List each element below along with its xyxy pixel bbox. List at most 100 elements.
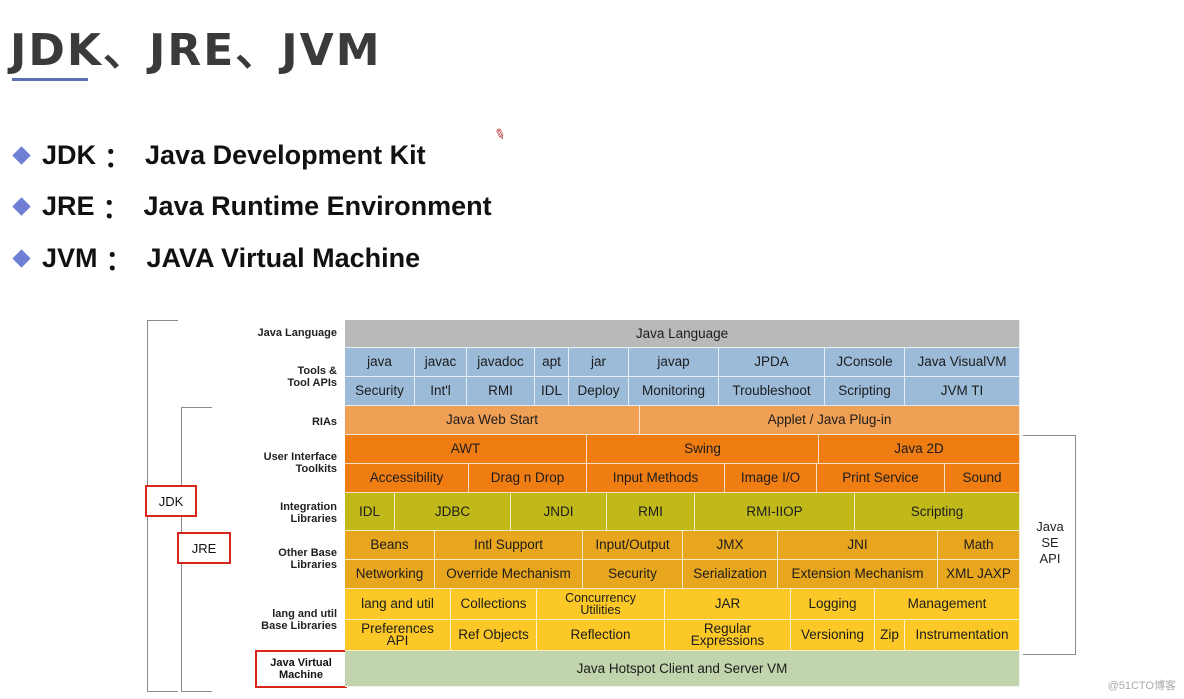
ui-toolkit-cell: Sound: [945, 464, 1020, 493]
ui-toolkit-cell: Java 2D: [819, 435, 1020, 464]
tool-cell: Java VisualVM: [905, 348, 1020, 377]
ui-toolkit-cell: Accessibility: [345, 464, 469, 493]
tool-cell: JPDA: [719, 348, 825, 377]
ria-cell: Java Web Start: [345, 406, 640, 435]
lang-util-cell: lang and util: [345, 589, 451, 620]
jvm-label: Java Virtual Machine: [255, 650, 347, 688]
integration-cell: RMI-IIOP: [695, 493, 855, 531]
row-label-line: Libraries: [290, 513, 337, 525]
other-base-cell: XML JAXP: [938, 560, 1020, 589]
row-label-lang-util: lang and util Base Libraries: [231, 608, 337, 632]
integration-cell: JNDI: [511, 493, 607, 531]
lang-util-cell: Concurrency Utilities: [537, 589, 665, 620]
watermark: @51CTO博客: [1107, 680, 1176, 692]
row-label-tools: Tools & Tool APIs: [231, 365, 338, 389]
jvm-label-line: Java Virtual: [270, 657, 332, 669]
bullet-sep: ：: [102, 194, 130, 224]
tool-api-cell: Deploy: [569, 377, 629, 406]
other-base-cell: JNI: [778, 531, 938, 560]
row-label-line: Toolkits: [295, 463, 337, 475]
row-label-integration: Integration Libraries: [231, 501, 337, 525]
tool-cell: JConsole: [825, 348, 905, 377]
java-language-cell: Java Language: [345, 320, 1020, 348]
other-base-cell: Beans: [345, 531, 435, 560]
lang-util-cell: Logging: [791, 589, 875, 620]
lang-util-cell: JAR: [665, 589, 791, 620]
row-label-java-language: Java Language: [257, 327, 337, 339]
other-base-cell: Networking: [345, 560, 435, 589]
lang-util-cell: Instrumentation: [905, 620, 1020, 651]
bullet-term: JDK: [42, 140, 97, 170]
other-base-cell: Extension Mechanism: [778, 560, 938, 589]
lang-util-cell: Collections: [451, 589, 537, 620]
other-base-cell: Serialization: [683, 560, 778, 589]
ria-cell: Applet / Java Plug-in: [640, 406, 1020, 435]
row-label-line: Other Base: [278, 547, 337, 559]
row-label-rias: RIAs: [311, 416, 337, 428]
diamond-bullet-icon: [12, 146, 31, 165]
jvm-cell: Java Hotspot Client and Server VM: [345, 651, 1020, 687]
bullet-desc: Java Runtime Environment: [143, 191, 492, 221]
lang-util-cell: Ref Objects: [451, 620, 537, 651]
lang-util-cell: Management: [875, 589, 1020, 620]
row-label-line: Base Libraries: [261, 620, 337, 632]
pen-cursor-icon: ✎: [491, 124, 509, 144]
bullet-term: JVM: [42, 243, 98, 273]
tool-api-cell: Int'l: [415, 377, 467, 406]
tool-cell: javap: [629, 348, 719, 377]
bullet-desc: Java Development Kit: [145, 140, 426, 170]
integration-cell: RMI: [607, 493, 695, 531]
tool-api-cell: Scripting: [825, 377, 905, 406]
tool-api-cell: Security: [345, 377, 415, 406]
row-label-line: lang and util: [272, 608, 337, 620]
bullet-jdk: JDK ： Java Development Kit: [12, 136, 426, 175]
jvm-label-line: Machine: [278, 669, 323, 681]
row-label-other-base: Other Base Libraries: [231, 547, 337, 571]
title-underline: [12, 78, 88, 81]
tool-api-cell: JVM TI: [905, 377, 1020, 406]
integration-cell: Scripting: [855, 493, 1020, 531]
row-label-ui: User Interface Toolkits: [231, 451, 337, 475]
tool-cell: javadoc: [467, 348, 535, 377]
lang-util-cell: Regular Expressions: [665, 620, 791, 651]
lang-util-cell: Reflection: [537, 620, 665, 651]
ui-toolkit-cell: Print Service: [817, 464, 945, 493]
java-se-api-label: Java SE API: [1025, 519, 1075, 567]
bullet-sep: ：: [104, 143, 132, 173]
jre-label: JRE: [177, 532, 231, 564]
jdk-label: JDK: [145, 485, 197, 517]
other-base-cell: Math: [938, 531, 1020, 560]
row-label-line: Libraries: [290, 559, 337, 571]
ui-toolkit-cell: Input Methods: [587, 464, 725, 493]
tool-cell: javac: [415, 348, 467, 377]
lang-util-cell: Versioning: [791, 620, 875, 651]
ui-toolkit-cell: Drag n Drop: [469, 464, 587, 493]
row-label-line: User Interface: [263, 451, 337, 463]
row-label-line: Integration: [280, 501, 337, 513]
other-base-cell: Security: [583, 560, 683, 589]
tool-cell: jar: [569, 348, 629, 377]
ui-toolkit-cell: Swing: [587, 435, 819, 464]
api-label-line: API: [1039, 551, 1061, 566]
diamond-bullet-icon: [12, 249, 31, 268]
tool-api-cell: Troubleshoot: [719, 377, 825, 406]
page-title: JDK、JRE、JVM: [10, 25, 382, 76]
ui-toolkit-cell: AWT: [345, 435, 587, 464]
api-label-line: SE: [1041, 535, 1059, 550]
integration-cell: JDBC: [395, 493, 511, 531]
bullet-jvm: JVM ： JAVA Virtual Machine: [12, 239, 420, 278]
bullet-sep: ：: [105, 246, 133, 276]
row-label-line: Tool APIs: [287, 377, 338, 389]
other-base-cell: Intl Support: [435, 531, 583, 560]
integration-cell: IDL: [345, 493, 395, 531]
tool-cell: apt: [535, 348, 569, 377]
bullet-desc: JAVA Virtual Machine: [146, 243, 421, 273]
api-label-line: Java: [1036, 519, 1064, 534]
tool-api-cell: RMI: [467, 377, 535, 406]
java-platform-diagram: JDK JRE Java SE API Java Language Tools …: [145, 305, 1085, 695]
bullet-term: JRE: [42, 191, 95, 221]
tool-api-cell: Monitoring: [629, 377, 719, 406]
other-base-cell: Override Mechanism: [435, 560, 583, 589]
tool-api-cell: IDL: [535, 377, 569, 406]
other-base-cell: JMX: [683, 531, 778, 560]
